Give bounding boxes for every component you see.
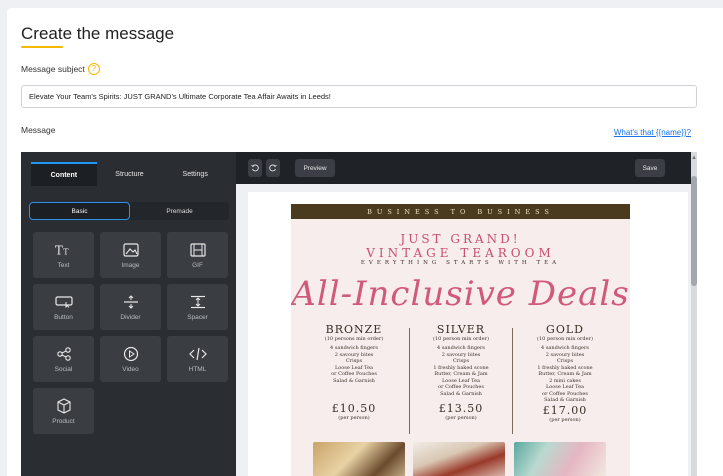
tool-product[interactable]: Product [33,388,94,434]
tier-note: (10 person min order) [433,336,489,342]
tier-per-person: (per person) [445,415,477,421]
tool-html-label: HTML [188,365,207,373]
tier-divider [409,328,410,434]
tool-image[interactable]: Image [100,232,161,278]
tab-settings[interactable]: Settings [162,162,228,186]
sidebar-tabs: Content Structure Settings [31,162,228,186]
tool-divider-label: Divider [120,313,141,321]
redo-icon [269,164,277,172]
tool-divider[interactable]: Divider [100,284,161,330]
spacer-icon [189,294,207,310]
share-icon [55,346,73,362]
tier-price: £17.00 [542,403,588,417]
email-editor: Content Structure Settings Basic Premade… [21,152,697,476]
tool-text-label: Text [57,261,70,269]
subject-label-text: Message subject [21,64,85,74]
premade-toggle[interactable]: Premade [130,202,229,220]
title-underline [21,46,63,48]
tool-image-label: Image [121,261,140,269]
divider-icon [122,294,140,310]
flyer-tagline: EVERYTHING STARTS WITH TEA [360,260,561,266]
tier-items: 4 sandwich fingers 2 savoury bites Crisp… [433,345,489,397]
tool-text[interactable]: TT Text [33,232,94,278]
email-canvas: BUSINESS TO BUSINESS JUST GRAND! VINTAGE… [236,184,691,476]
flyer-brand-line1: JUST GRAND! [400,232,521,246]
subject-label: Message subject ? [21,63,100,75]
preview-button[interactable]: Preview [295,159,335,177]
tool-video-label: Video [122,365,139,373]
subject-input[interactable] [21,85,697,108]
tool-gif[interactable]: GIF [167,232,228,278]
tier-note: (10 person min order) [537,336,593,342]
food-photo-2 [413,442,505,476]
box-icon [55,397,73,414]
message-card: Create the message Message subject ? Mes… [7,8,723,476]
tier-note: (10 persons min order) [324,336,384,342]
canvas-scrollbar[interactable]: ▲ [691,152,697,476]
food-photo-3 [514,442,606,476]
undo-icon [251,164,259,172]
redo-button[interactable] [266,159,280,177]
tier-items: 4 sandwich fingers 2 savoury bites Crisp… [537,345,593,403]
undo-button[interactable] [248,159,262,177]
tool-html[interactable]: HTML [167,336,228,382]
svg-text:T: T [63,246,69,256]
block-type-toggle: Basic Premade [29,202,229,220]
tier-name: GOLD [546,323,584,336]
message-label: Message [21,125,56,135]
code-icon [188,346,207,362]
video-icon [122,346,140,362]
whats-that-link[interactable]: What's that {{name}}? [614,128,691,137]
tab-content[interactable]: Content [31,162,97,186]
flyer-headline: All-Inclusive Deals [291,274,630,314]
tier-items: 4 sandwich fingers 2 savoury bites Crisp… [330,345,378,384]
tier-name: BRONZE [325,323,383,336]
email-body: BUSINESS TO BUSINESS JUST GRAND! VINTAGE… [248,192,688,476]
gif-icon [189,242,207,258]
tier-price: £13.50 [438,402,484,415]
tier-bronze: BRONZE (10 persons min order) 4 sandwich… [304,323,404,422]
flyer-brand-line2: VINTAGE TEAROOM [366,246,555,260]
tool-social[interactable]: Social [33,336,94,382]
button-icon [54,294,73,310]
tool-spacer-label: Spacer [187,313,208,321]
editor-sidebar: Content Structure Settings Basic Premade… [21,152,236,476]
editor-toolbar: Preview Save [236,152,697,184]
tier-per-person: (per person) [338,415,370,421]
tool-product-label: Product [52,417,75,425]
scroll-thumb[interactable] [691,176,697,286]
tier-name: SILVER [436,323,486,336]
text-icon: TT [55,242,73,258]
page-title: Create the message [21,24,175,43]
flyer-banner: BUSINESS TO BUSINESS [291,204,630,219]
tool-spacer[interactable]: Spacer [167,284,228,330]
tier-divider [512,328,513,434]
tool-social-label: Social [54,365,73,373]
tab-structure[interactable]: Structure [97,162,163,186]
tool-gif-label: GIF [192,261,203,269]
scroll-up-icon[interactable]: ▲ [691,154,697,162]
tier-price: £10.50 [331,402,377,415]
tier-per-person: (per person) [549,416,581,423]
basic-toggle[interactable]: Basic [29,202,130,220]
save-button[interactable]: Save [635,159,665,177]
food-photo-1 [313,442,405,476]
tool-button[interactable]: Button [33,284,94,330]
tier-silver: SILVER (10 person min order) 4 sandwich … [411,323,511,422]
tool-video[interactable]: Video [100,336,161,382]
svg-text:T: T [55,243,63,257]
tool-button-label: Button [54,313,73,321]
image-icon [122,242,140,258]
tier-gold: GOLD (10 person min order) 4 sandwich fi… [515,324,615,423]
flyer-image[interactable]: BUSINESS TO BUSINESS JUST GRAND! VINTAGE… [291,204,630,476]
help-icon[interactable]: ? [87,63,100,75]
